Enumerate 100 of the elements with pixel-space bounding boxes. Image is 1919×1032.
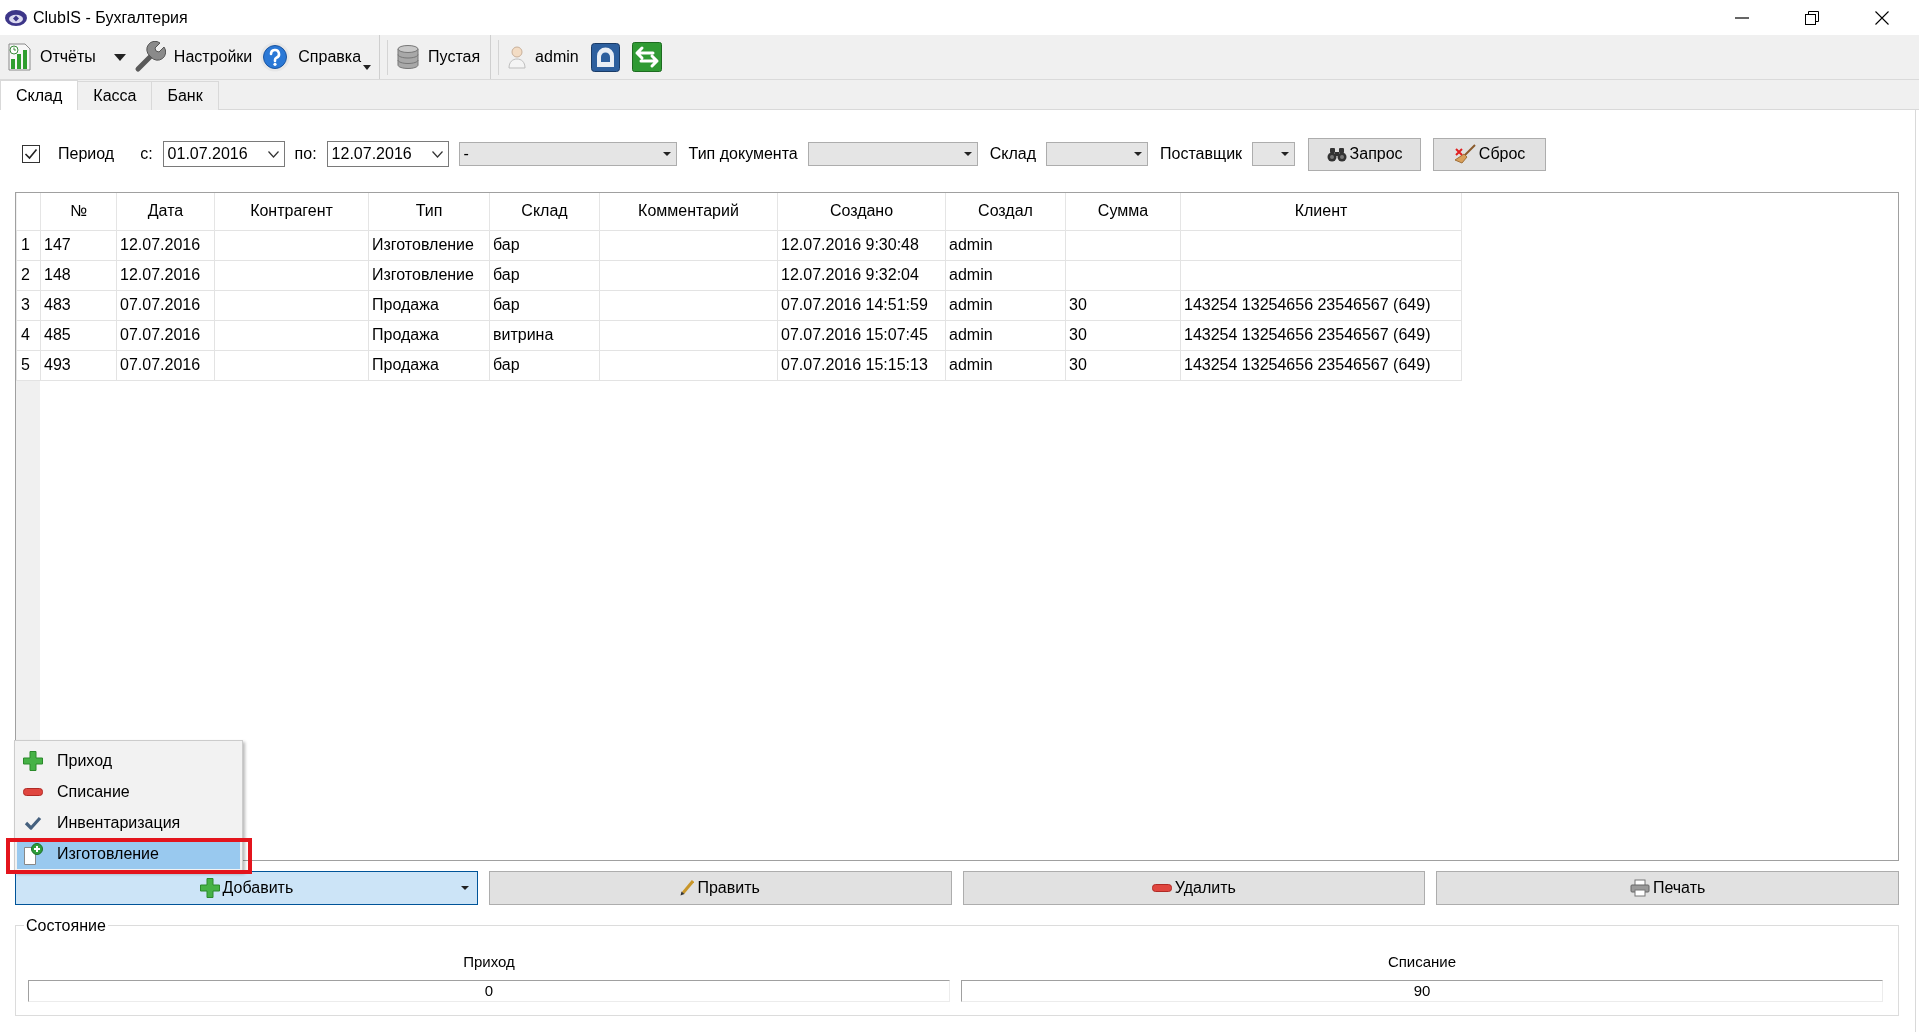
column-header[interactable]: Комментарий — [599, 193, 778, 230]
column-header[interactable]: Сумма — [1065, 193, 1181, 230]
row-number: 4 — [16, 320, 41, 350]
row-number: 1 — [16, 230, 41, 260]
plus-icon — [23, 750, 43, 771]
field-label: Приход — [463, 952, 515, 972]
printer-icon — [1629, 879, 1650, 897]
binoculars-icon — [1326, 146, 1347, 162]
print-button[interactable]: Печать — [1436, 871, 1899, 905]
help-button[interactable]: Справка — [256, 38, 376, 76]
column-header[interactable]: № — [40, 193, 117, 230]
row-number: 2 — [16, 260, 41, 290]
table-cell: 148 — [40, 260, 117, 290]
table-cell: 143254 13254656 23546567 (649) — [1180, 350, 1462, 380]
table-cell: 485 — [40, 320, 117, 350]
table-cell: бар — [489, 230, 600, 260]
table-cell: Изготовление — [368, 260, 490, 290]
tab[interactable]: Банк — [151, 81, 219, 110]
chevron-down-icon — [267, 150, 279, 158]
broom-icon — [1453, 144, 1476, 164]
table-cell: Изготовление — [368, 230, 490, 260]
dropdown-field[interactable]: - — [458, 142, 677, 166]
database-label: Пустая — [428, 47, 481, 67]
table-cell: 30 — [1065, 290, 1181, 320]
minus-icon — [23, 787, 43, 796]
caret-down-icon — [963, 152, 972, 156]
table-cell: Продажа — [368, 320, 490, 350]
app-logo-icon — [5, 9, 27, 26]
row-number: 5 — [16, 350, 41, 380]
table-cell: 483 — [40, 290, 117, 320]
column-header[interactable]: Контрагент — [214, 193, 369, 230]
table-cell: 147 — [40, 230, 117, 260]
caret-down-icon — [363, 65, 372, 70]
delete-button[interactable]: Удалить — [962, 871, 1426, 905]
caret-down-icon — [113, 53, 126, 61]
add-button[interactable]: Добавить — [15, 871, 478, 905]
user-icon — [508, 45, 527, 69]
table-cell: admin — [945, 260, 1066, 290]
table-cell: 07.07.2016 15:15:13 — [777, 350, 946, 380]
window-title: ClubIS - Бухгалтерия — [33, 7, 188, 28]
field-label: с: — [140, 144, 153, 164]
dropdown-field[interactable] — [1252, 142, 1296, 166]
table-cell: admin — [945, 350, 1066, 380]
restore-icon — [1804, 10, 1819, 25]
wrench-icon — [133, 41, 166, 73]
date-field[interactable]: 01.07.2016 — [162, 141, 285, 167]
table-cell: бар — [489, 290, 600, 320]
row-number: 3 — [16, 290, 41, 320]
checkbox-label: Период — [58, 144, 115, 164]
table-cell: 07.07.2016 — [116, 350, 215, 380]
table-cell: admin — [945, 320, 1066, 350]
padlock-icon — [590, 42, 620, 72]
document-plus-icon — [23, 842, 43, 865]
edit-button[interactable]: Править — [488, 871, 952, 905]
caret-down-icon — [1281, 152, 1290, 156]
dropdown-field[interactable] — [1046, 142, 1149, 166]
pencil-icon — [680, 880, 695, 896]
table-cell: 143254 13254656 23546567 (649) — [1180, 290, 1462, 320]
tab[interactable]: Касса — [77, 81, 153, 110]
table-cell: 12.07.2016 9:30:48 — [777, 230, 946, 260]
reset-button[interactable]: Сброс — [1433, 137, 1547, 171]
user-label: admin — [535, 47, 579, 67]
checkbox[interactable] — [22, 145, 40, 163]
column-header[interactable]: Создано — [777, 193, 946, 230]
help-icon — [260, 42, 291, 72]
column-header[interactable]: Клиент — [1180, 193, 1462, 230]
table-cell: витрина — [489, 320, 600, 350]
table-cell: 143254 13254656 23546567 (649) — [1180, 320, 1462, 350]
table-cell: 12.07.2016 9:32:04 — [777, 260, 946, 290]
close-icon — [1874, 10, 1889, 25]
chevron-down-icon — [431, 150, 443, 158]
settings-button[interactable]: Настройки — [129, 38, 257, 76]
column-header[interactable]: Тип — [368, 193, 490, 230]
tab[interactable]: Склад — [0, 80, 79, 110]
table-cell: admin — [945, 230, 1066, 260]
value-field: 90 — [961, 980, 1883, 1002]
table-cell: 30 — [1065, 350, 1181, 380]
table-cell: бар — [489, 350, 600, 380]
column-header[interactable]: Склад — [489, 193, 600, 230]
menu-item[interactable]: Приход — [17, 745, 240, 776]
minimize-icon — [1734, 16, 1749, 19]
caret-down-icon — [460, 886, 469, 890]
minus-icon — [1151, 884, 1172, 892]
query-button[interactable]: Запрос — [1308, 137, 1422, 171]
table-cell: 12.07.2016 — [116, 230, 215, 260]
column-header[interactable]: Дата — [116, 193, 215, 230]
field-label: по: — [294, 144, 317, 164]
dropdown-field[interactable] — [807, 142, 978, 166]
menu-item[interactable]: Списание — [17, 776, 240, 807]
date-field[interactable]: 12.07.2016 — [326, 141, 449, 167]
table-cell: 07.07.2016 — [116, 320, 215, 350]
check-icon — [24, 815, 42, 830]
value-field: 0 — [28, 980, 950, 1002]
menu-item[interactable]: Инвентаризация — [17, 807, 240, 838]
table-cell: 30 — [1065, 320, 1181, 350]
field-label: Склад — [989, 144, 1037, 164]
caret-down-icon — [662, 152, 671, 156]
column-header[interactable]: Создал — [945, 193, 1066, 230]
reports-button[interactable]: Отчёты — [2, 38, 130, 76]
table-cell: admin — [945, 290, 1066, 320]
